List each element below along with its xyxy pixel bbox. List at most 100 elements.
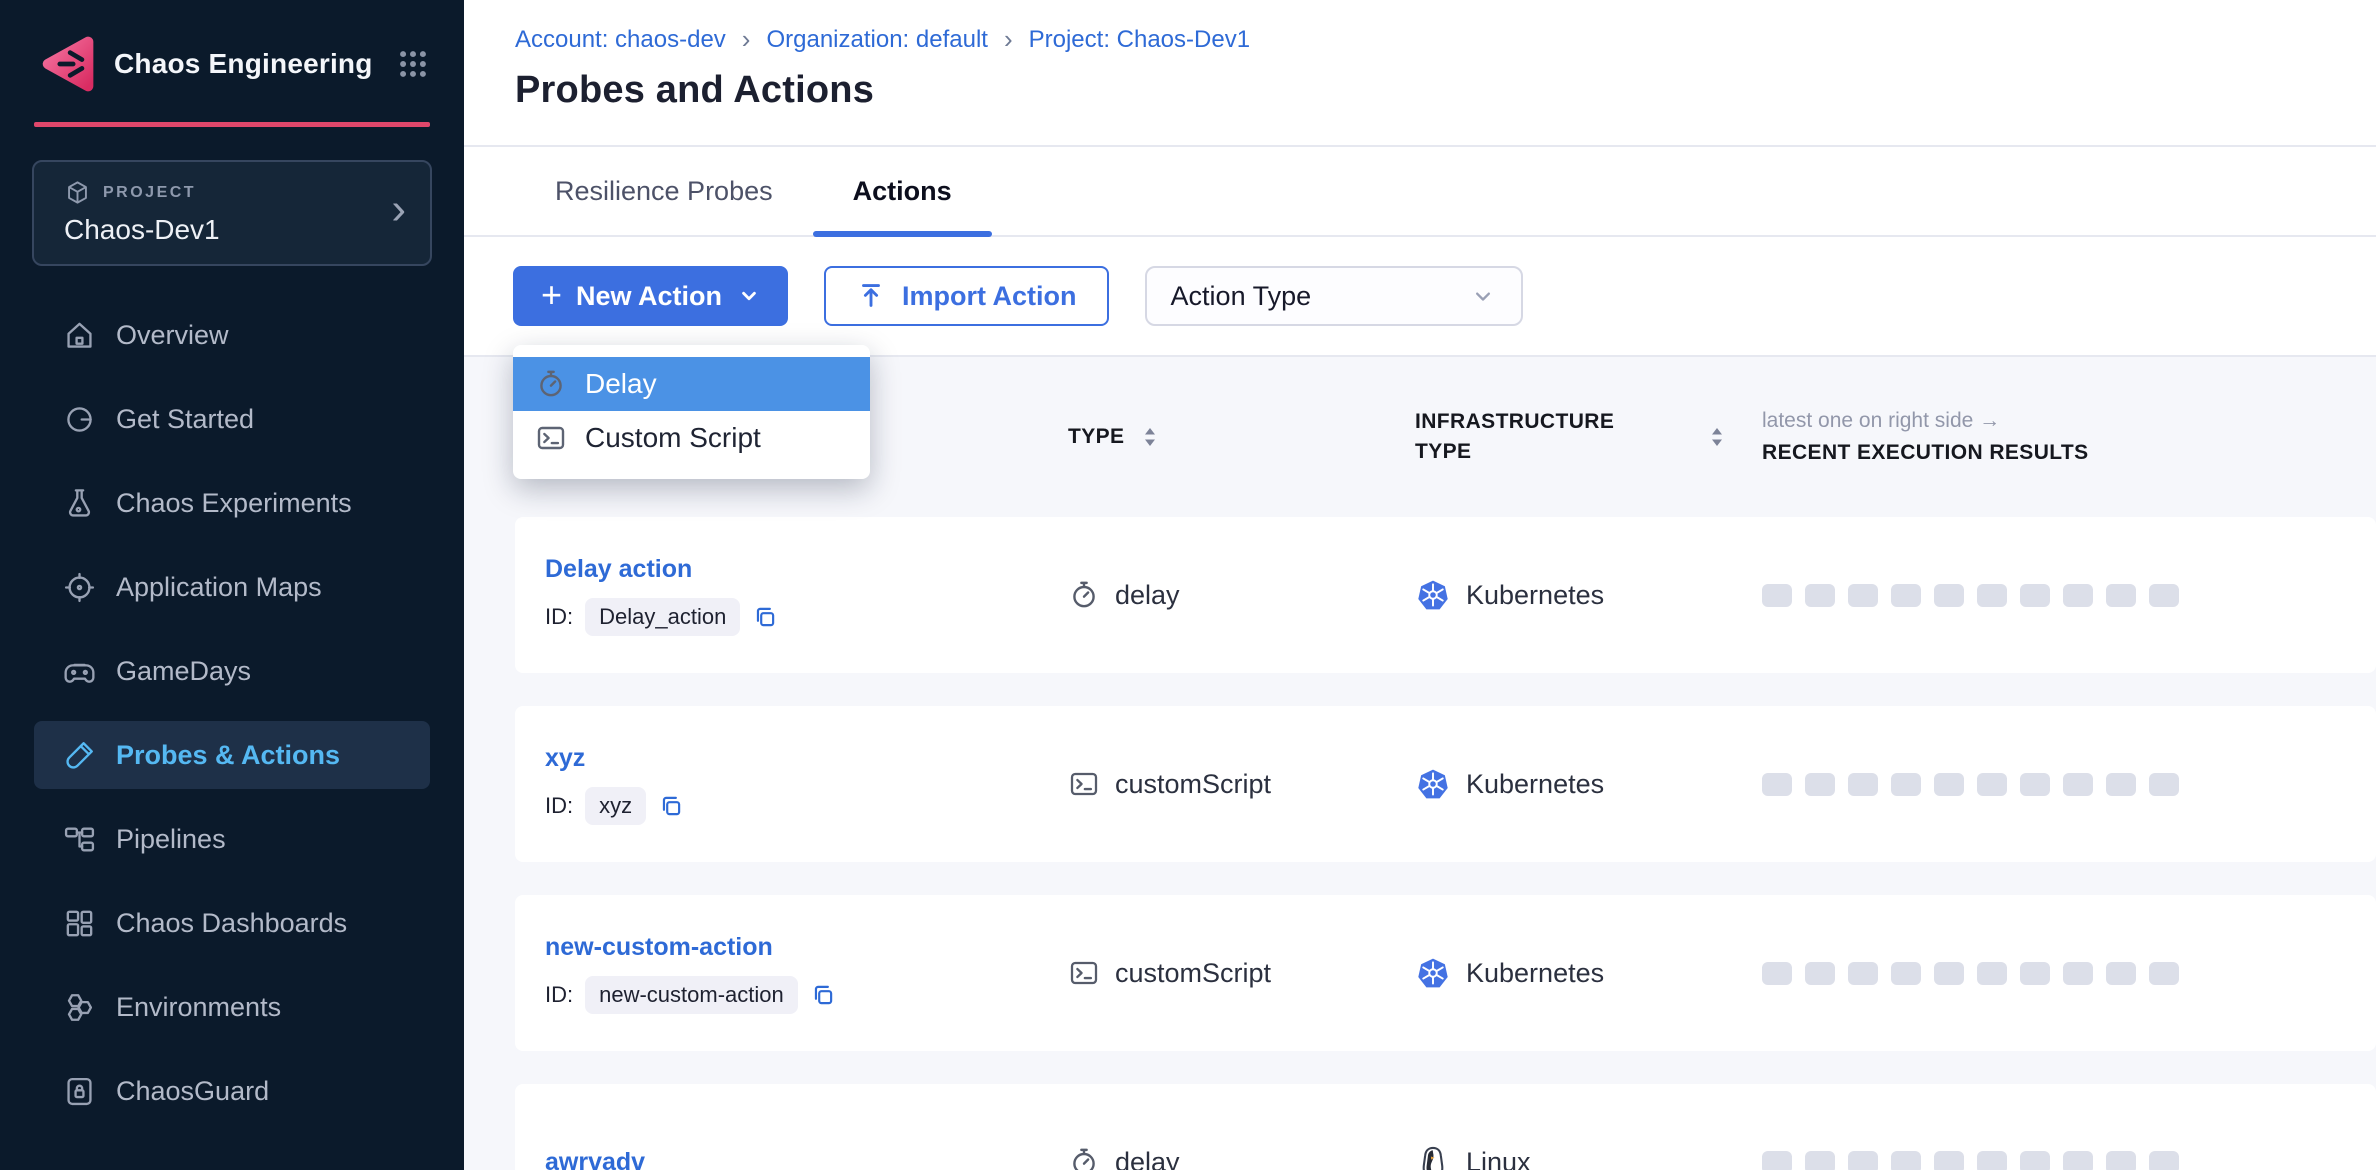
recent-execution-results — [1762, 1151, 2376, 1170]
tab-actions[interactable]: Actions — [813, 147, 992, 235]
sidebar-item-pipelines[interactable]: Pipelines — [34, 805, 430, 873]
sidebar-item-application-maps[interactable]: Application Maps — [34, 553, 430, 621]
execution-result-placeholder — [2063, 584, 2093, 607]
tab-resilience-probes[interactable]: Resilience Probes — [515, 147, 813, 235]
execution-result-placeholder — [1805, 1151, 1835, 1170]
upload-icon — [856, 281, 886, 311]
harness-chaos-logo-icon — [36, 33, 98, 95]
infrastructure-cell: Kubernetes — [1415, 955, 1762, 991]
chevron-right-icon: › — [742, 24, 751, 55]
chevron-right-icon: › — [1004, 24, 1013, 55]
action-name-link[interactable]: awrvadv — [545, 1148, 1068, 1170]
execution-result-placeholder — [1891, 962, 1921, 985]
execution-result-placeholder — [1891, 773, 1921, 796]
menu-item-custom-script[interactable]: Custom Script — [513, 411, 870, 465]
execution-result-placeholder — [1805, 584, 1835, 607]
breadcrumb-account[interactable]: Account: chaos-dev — [515, 26, 726, 54]
lock-shield-icon — [62, 1074, 97, 1109]
brand-divider — [34, 122, 430, 127]
execution-result-placeholder — [1934, 962, 1964, 985]
main-content: Account: chaos-dev › Organization: defau… — [464, 0, 2376, 1170]
type-cell: customScript — [1068, 957, 1415, 989]
home-icon — [62, 318, 97, 353]
copy-icon[interactable] — [658, 793, 684, 819]
recent-execution-results — [1762, 962, 2376, 985]
execution-result-placeholder — [2020, 962, 2050, 985]
recent-execution-results — [1762, 584, 2376, 607]
project-label: PROJECT — [103, 184, 196, 202]
action-name-link[interactable]: Delay action — [545, 555, 1068, 584]
chevron-down-icon — [736, 283, 762, 309]
sidebar-item-chaosguard[interactable]: ChaosGuard — [34, 1057, 430, 1125]
tab-bar: Resilience Probes Actions — [464, 147, 2376, 237]
sidebar: Chaos Engineering PROJECT Chaos-Dev1 › O… — [0, 0, 464, 1170]
column-header-type: TYPE — [1068, 425, 1415, 449]
table-row: xyz ID: xyz customScript Kubernetes — [515, 706, 2376, 862]
recent-results-note: latest one on right side → — [1762, 409, 2376, 433]
execution-result-placeholder — [1934, 584, 1964, 607]
sidebar-item-chaos-experiments[interactable]: Chaos Experiments — [34, 469, 430, 537]
breadcrumb-organization[interactable]: Organization: default — [766, 26, 987, 54]
action-name-link[interactable]: new-custom-action — [545, 933, 1068, 962]
action-name-link[interactable]: xyz — [545, 744, 1068, 773]
menu-item-delay[interactable]: Delay — [513, 357, 870, 411]
project-name: Chaos-Dev1 — [64, 214, 406, 246]
action-id: Delay_action — [585, 598, 740, 636]
sort-icon[interactable] — [1142, 425, 1158, 449]
execution-result-placeholder — [2106, 1151, 2136, 1170]
execution-result-placeholder — [1977, 773, 2007, 796]
sort-icon[interactable] — [1709, 425, 1725, 449]
execution-result-placeholder — [1891, 1151, 1921, 1170]
execution-result-placeholder — [2063, 773, 2093, 796]
execution-result-placeholder — [2020, 584, 2050, 607]
action-id: new-custom-action — [585, 976, 798, 1014]
target-icon — [62, 570, 97, 605]
copy-icon[interactable] — [752, 604, 778, 630]
new-action-button[interactable]: + New Action — [513, 266, 788, 326]
execution-result-placeholder — [1891, 584, 1921, 607]
execution-result-placeholder — [2020, 1151, 2050, 1170]
terminal-icon — [535, 422, 567, 454]
action-id: xyz — [585, 787, 646, 825]
action-type-select[interactable]: Action Type — [1145, 266, 1523, 326]
execution-result-placeholder — [1762, 962, 1792, 985]
execution-result-placeholder — [1934, 1151, 1964, 1170]
execution-result-placeholder — [2149, 962, 2179, 985]
pipelines-icon — [62, 822, 97, 857]
execution-result-placeholder — [1848, 962, 1878, 985]
execution-result-placeholder — [1762, 1151, 1792, 1170]
table-row: Delay action ID: Delay_action delay Kube… — [515, 517, 2376, 673]
sidebar-item-overview[interactable]: Overview — [34, 301, 430, 369]
sidebar-item-probes-actions[interactable]: Probes & Actions — [34, 721, 430, 789]
stopwatch-icon — [535, 368, 567, 400]
terminal-icon — [1068, 768, 1100, 800]
sidebar-item-get-started[interactable]: Get Started — [34, 385, 430, 453]
page-title: Probes and Actions — [515, 69, 2376, 112]
project-selector[interactable]: PROJECT Chaos-Dev1 › — [32, 160, 432, 266]
sidebar-item-environments[interactable]: Environments — [34, 973, 430, 1041]
dashboard-icon — [62, 906, 97, 941]
column-header-recent-results: latest one on right side → RECENT EXECUT… — [1762, 409, 2376, 465]
execution-result-placeholder — [2106, 962, 2136, 985]
execution-result-placeholder — [2063, 1151, 2093, 1170]
breadcrumb-project[interactable]: Project: Chaos-Dev1 — [1029, 26, 1250, 54]
import-action-button[interactable]: Import Action — [824, 266, 1109, 326]
new-action-dropdown: Delay Custom Script — [513, 345, 870, 479]
sidebar-item-gamedays[interactable]: GameDays — [34, 637, 430, 705]
page-header: Account: chaos-dev › Organization: defau… — [464, 0, 2376, 147]
kubernetes-icon — [1415, 766, 1451, 802]
flask-icon — [62, 486, 97, 521]
cube-icon — [64, 179, 91, 206]
infrastructure-cell: Kubernetes — [1415, 577, 1762, 613]
copy-icon[interactable] — [810, 982, 836, 1008]
test-tube-icon — [62, 738, 97, 773]
sidebar-item-chaos-dashboards[interactable]: Chaos Dashboards — [34, 889, 430, 957]
type-cell: delay — [1068, 1146, 1415, 1170]
execution-result-placeholder — [1762, 773, 1792, 796]
kubernetes-icon — [1415, 577, 1451, 613]
chevron-right-icon: › — [391, 187, 406, 231]
execution-result-placeholder — [2020, 773, 2050, 796]
app-grid-icon[interactable] — [396, 47, 430, 81]
linux-icon — [1415, 1144, 1451, 1170]
app-title: Chaos Engineering — [114, 48, 373, 80]
